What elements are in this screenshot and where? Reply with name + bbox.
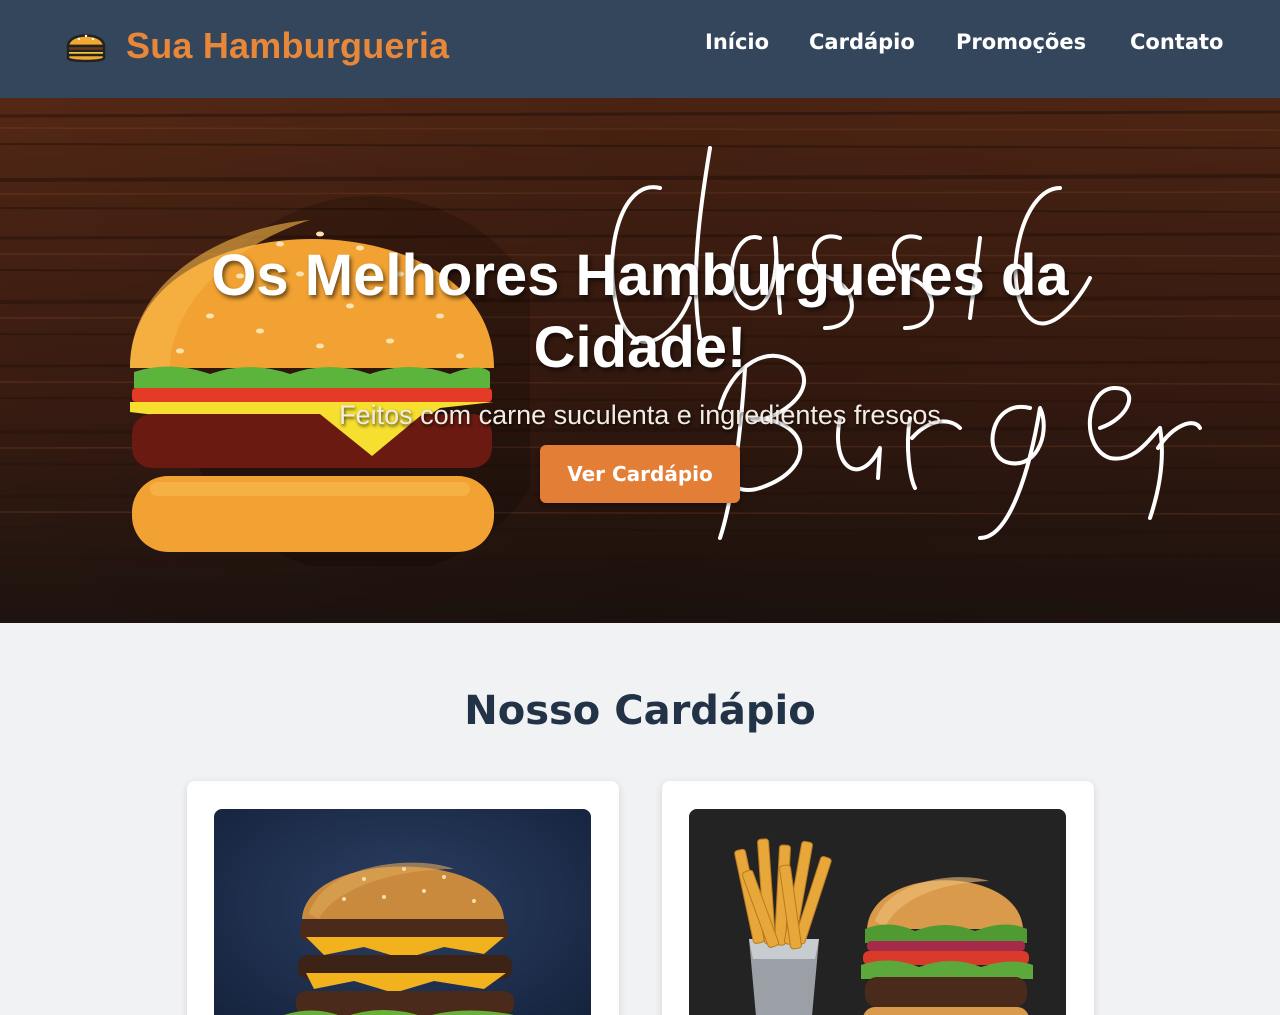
nav-link-contato[interactable]: Contato [1130, 30, 1223, 54]
menu-card[interactable] [662, 781, 1094, 1015]
hero-subtitle: Feitos com carne suculenta e ingrediente… [339, 400, 941, 430]
nav-link-cardapio[interactable]: Cardápio [809, 30, 915, 54]
double-cheeseburger-photo [214, 809, 591, 1015]
burger-and-fries-photo [689, 809, 1066, 1015]
site-header: Sua Hamburgueria Início Cardápio Promoçõ… [0, 0, 1280, 98]
nav-link-promocoes[interactable]: Promoções [956, 30, 1086, 54]
menu-section-title: Nosso Cardápio [464, 688, 816, 734]
main-nav: Início Cardápio Promoções Contato [0, 30, 1280, 60]
menu-card[interactable] [187, 781, 619, 1015]
nav-link-inicio[interactable]: Início [705, 30, 769, 54]
hero-banner: Os Melhores Hamburgueres da Cidade! Feit… [0, 98, 1280, 623]
hero-title: Os Melhores Hamburgueres da Cidade! [211, 243, 1069, 380]
view-menu-button[interactable]: Ver Cardápio [540, 445, 740, 503]
